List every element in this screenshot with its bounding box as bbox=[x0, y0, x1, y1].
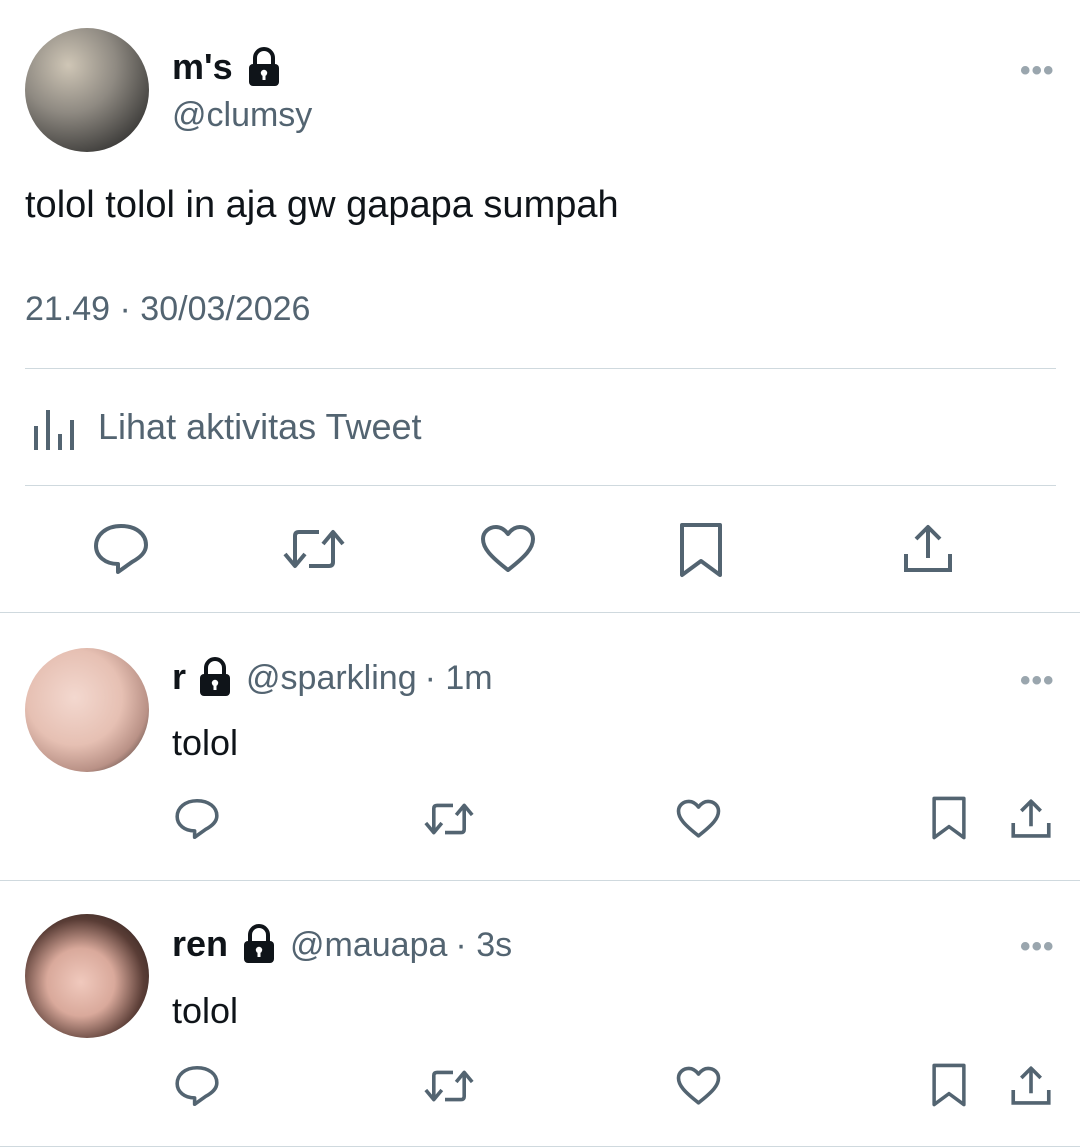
analytics-icon bbox=[30, 406, 76, 450]
tweet-text: tolol tolol in aja gw gapapa sumpah bbox=[25, 184, 619, 226]
like-icon[interactable] bbox=[676, 799, 721, 839]
more-options-icon[interactable]: ••• bbox=[1020, 54, 1055, 88]
avatar[interactable] bbox=[25, 28, 149, 152]
like-icon[interactable] bbox=[480, 524, 536, 574]
like-icon[interactable] bbox=[676, 1066, 721, 1106]
divider bbox=[25, 368, 1056, 369]
reply-time[interactable]: · 1m bbox=[425, 659, 493, 698]
divider bbox=[0, 880, 1080, 881]
share-icon[interactable] bbox=[1010, 1064, 1052, 1108]
retweet-icon[interactable] bbox=[424, 799, 474, 839]
handle[interactable]: @mauapa bbox=[290, 926, 447, 965]
more-options-icon[interactable]: ••• bbox=[1020, 664, 1055, 698]
bookmark-icon[interactable] bbox=[931, 795, 967, 841]
bookmark-icon[interactable] bbox=[678, 521, 724, 579]
more-options-icon[interactable]: ••• bbox=[1020, 930, 1055, 964]
share-icon[interactable] bbox=[1010, 797, 1052, 841]
tweet-activity-link[interactable]: Lihat aktivitas Tweet bbox=[30, 406, 422, 450]
author-row: m's bbox=[172, 46, 281, 88]
lock-icon bbox=[242, 924, 276, 964]
tweet-timestamp[interactable]: 21.49 · 30/03/2026 bbox=[25, 290, 310, 329]
lock-icon bbox=[198, 657, 232, 697]
divider bbox=[0, 1146, 1080, 1147]
activity-label: Lihat aktivitas Tweet bbox=[98, 406, 422, 447]
handle[interactable]: @sparkling bbox=[246, 659, 417, 698]
display-name[interactable]: ren bbox=[172, 923, 228, 965]
reply-icon[interactable] bbox=[174, 797, 220, 841]
avatar[interactable] bbox=[25, 648, 149, 772]
reply-header: r @sparkling · 1m bbox=[172, 656, 493, 698]
handle[interactable]: @clumsy bbox=[172, 96, 312, 135]
retweet-icon[interactable] bbox=[283, 524, 345, 574]
share-icon[interactable] bbox=[902, 522, 954, 576]
display-name[interactable]: m's bbox=[172, 46, 233, 88]
bookmark-icon[interactable] bbox=[931, 1062, 967, 1108]
reply-icon[interactable] bbox=[92, 522, 150, 576]
lock-icon bbox=[247, 47, 281, 87]
reply-text: tolol bbox=[172, 722, 239, 763]
retweet-icon[interactable] bbox=[424, 1066, 474, 1106]
display-name[interactable]: r bbox=[172, 656, 186, 698]
divider bbox=[0, 612, 1080, 613]
reply-time[interactable]: · 3s bbox=[455, 926, 512, 965]
divider bbox=[25, 485, 1056, 486]
avatar[interactable] bbox=[25, 914, 149, 1038]
reply-icon[interactable] bbox=[174, 1064, 220, 1108]
reply-header: ren @mauapa · 3s bbox=[172, 923, 512, 965]
reply-text: tolol bbox=[172, 990, 239, 1031]
